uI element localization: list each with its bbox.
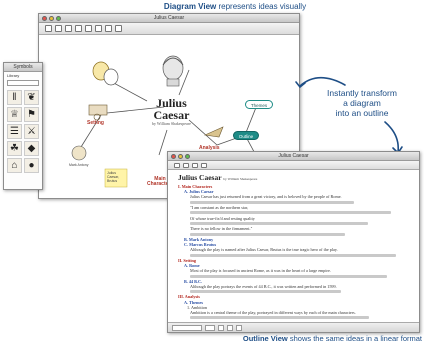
outline-diagram-view-icon[interactable]	[201, 162, 207, 168]
outline-minimize-button[interactable]	[178, 154, 183, 159]
font-select[interactable]	[172, 324, 202, 331]
eagle-symbol-icon[interactable]: ❦	[24, 90, 39, 105]
shield-symbol-icon[interactable]: ◆	[24, 141, 39, 156]
outline-text-filler	[190, 316, 369, 320]
caption-diagram-view: Diagram View represents ideas visually	[120, 2, 350, 11]
scroll-symbol-icon[interactable]: ☰	[7, 124, 22, 139]
central-topic-title-2: Caesar	[153, 108, 190, 122]
pencil-tool-icon[interactable]	[55, 25, 62, 32]
outline-view-icon[interactable]	[105, 25, 112, 32]
outline-titlebar: Julius Caesar	[168, 152, 419, 161]
callout-line-3: into an outline	[335, 108, 389, 118]
diagram-window-title: Julius Caesar	[153, 15, 185, 21]
outline-paragraph[interactable]: Ambition is a central theme of the play,…	[178, 310, 413, 315]
window-controls	[42, 16, 61, 21]
arrow-to-diagram-icon	[299, 76, 346, 87]
pointer-tool-icon[interactable]	[45, 25, 52, 32]
size-select[interactable]	[205, 324, 215, 331]
caption-outline-view: Outline View shows the same ideas in a l…	[184, 334, 422, 343]
outline-body[interactable]: Julius Caesar by William Shakespeare I. …	[168, 170, 419, 329]
symbols-window: Symbols Library ‖ ❦ ♕ ⚑ ☰ ⚔ ☘ ◆ ⌂ ●	[3, 62, 43, 190]
outline-paragraph[interactable]: There is no fellow in the firmament."	[178, 226, 413, 231]
outline-window: Julius Caesar Julius Caesar by William S…	[167, 151, 420, 333]
outline-paragraph[interactable]: Although the play is named after Julius …	[178, 247, 413, 252]
outline-pointer-icon[interactable]	[174, 162, 180, 168]
outline-window-title: Julius Caesar	[278, 153, 309, 159]
rapidfire-tool-icon[interactable]	[75, 25, 82, 32]
arrow-to-outline-icon	[384, 121, 400, 153]
sword-symbol-icon[interactable]: ⚔	[24, 124, 39, 139]
caption-top-rest: represents ideas visually	[216, 2, 307, 11]
outline-text-filler	[190, 290, 341, 294]
central-topic[interactable]: Julius Caesar by William Shakespeare	[152, 97, 191, 126]
diagram-toolbar	[39, 23, 299, 35]
mark-antony-node[interactable]: Mark Antony	[69, 163, 93, 167]
symbols-library-tab[interactable]: Library	[4, 72, 42, 79]
link-tool-icon[interactable]	[65, 25, 72, 32]
column-symbol-icon[interactable]: ‖	[7, 90, 22, 105]
coin-symbol-icon[interactable]: ●	[24, 158, 39, 173]
bold-button[interactable]	[218, 324, 224, 331]
symbols-window-title: Symbols	[13, 64, 33, 70]
outline-doc-title: Julius Caesar by William Shakespeare	[178, 173, 413, 184]
central-topic-subtitle: by William Shakespeare	[152, 121, 191, 126]
outline-paragraph[interactable]: Of whose true-fix'd and resting quality	[178, 216, 413, 221]
outline-zoom-button[interactable]	[185, 154, 190, 159]
quill-icon	[203, 126, 224, 138]
symbols-titlebar: Symbols	[4, 63, 42, 72]
mark-antony-icon	[71, 145, 87, 161]
sticky-note-text: Julius Caesar, Brutus	[107, 171, 120, 183]
hyperlink-tool-icon[interactable]	[115, 25, 122, 32]
outline-text-filler	[190, 253, 396, 257]
close-button[interactable]	[42, 16, 47, 21]
laurel-symbol-icon[interactable]: ☘	[7, 141, 22, 156]
setting-node[interactable]: Setting	[87, 120, 104, 126]
temple-symbol-icon[interactable]: ⌂	[7, 158, 22, 173]
outline-add-topic-icon[interactable]	[183, 162, 189, 168]
outline-text-filler	[190, 221, 368, 225]
helmet-symbol-icon[interactable]: ♕	[7, 107, 22, 122]
outline-lines: I. Main Characters A. Julius Caesar Julius…	[178, 184, 413, 326]
callout-line-1: Instantly transform	[327, 88, 397, 98]
caption-bottom-bold: Outline View	[242, 334, 288, 343]
outline-node[interactable]: Outline	[233, 131, 259, 140]
themes-node[interactable]: Themes	[245, 100, 273, 109]
outline-paragraph[interactable]: Although the play portrays the events of…	[178, 284, 413, 289]
arrange-tool-icon[interactable]	[85, 25, 92, 32]
outline-text-filler	[190, 200, 354, 204]
symbols-grid: ‖ ❦ ♕ ⚑ ☰ ⚔ ☘ ◆ ⌂ ●	[4, 87, 42, 176]
outline-paragraph[interactable]: "I am constant as the northern star,	[178, 205, 413, 210]
diagram-titlebar: Julius Caesar	[39, 14, 299, 23]
outline-doc-title-text: Julius Caesar	[178, 173, 222, 182]
outline-text-filler	[190, 274, 387, 278]
flag-symbol-icon[interactable]: ⚑	[24, 107, 39, 122]
caption-bottom-rest: shows the same ideas in a linear format	[287, 334, 422, 343]
outline-close-button[interactable]	[171, 154, 176, 159]
caption-top-bold: Diagram View	[163, 2, 217, 11]
chariot-icon	[88, 104, 108, 121]
outline-paragraph[interactable]: Julius Caesar has just returned from a g…	[178, 194, 413, 199]
theater-masks-icon	[92, 61, 119, 86]
callout-line-2: a diagram	[343, 98, 381, 108]
transform-callout: Instantly transform a diagram into an ou…	[307, 88, 417, 118]
caesar-bust-icon	[162, 55, 184, 87]
outline-text-filler	[190, 232, 345, 236]
outline-statusbar	[168, 322, 419, 332]
minimize-button[interactable]	[49, 16, 54, 21]
zoom-button[interactable]	[56, 16, 61, 21]
underline-button[interactable]	[236, 324, 242, 331]
note-tool-icon[interactable]	[95, 25, 102, 32]
symbols-category-select[interactable]	[7, 80, 39, 86]
outline-text-filler	[190, 211, 391, 215]
outline-add-subtopic-icon[interactable]	[192, 162, 198, 168]
outline-paragraph[interactable]: Most of the play is focused in ancient R…	[178, 268, 413, 273]
outline-doc-byline: by William Shakespeare	[223, 177, 258, 181]
italic-button[interactable]	[227, 324, 233, 331]
outline-toolbar	[168, 161, 419, 170]
outline-window-controls	[171, 154, 190, 159]
